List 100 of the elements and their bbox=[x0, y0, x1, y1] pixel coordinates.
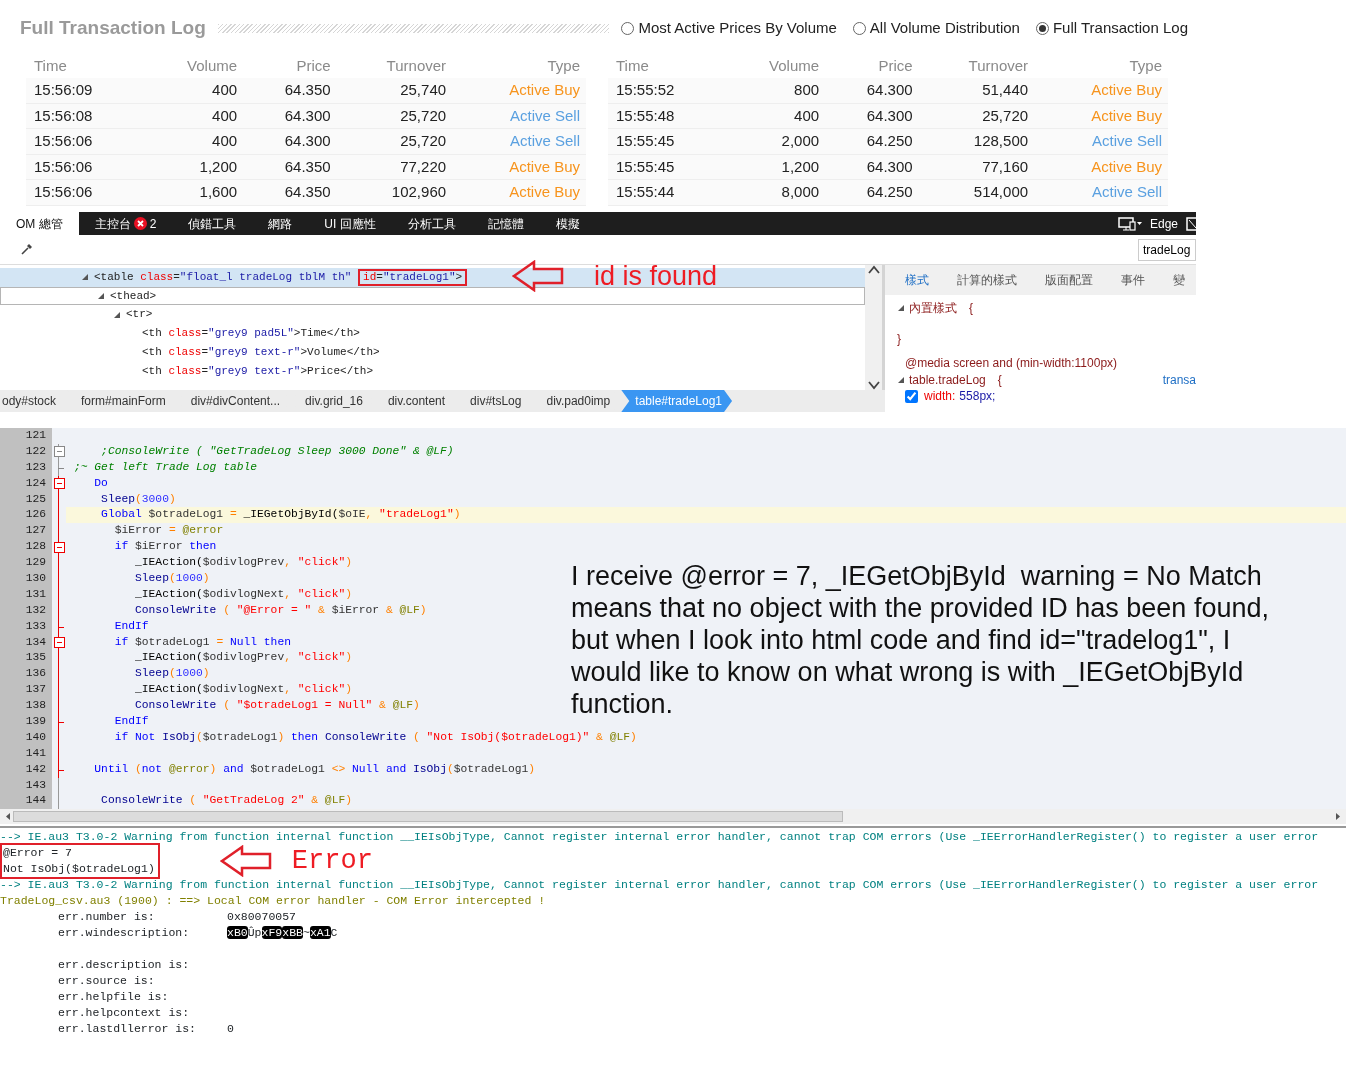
scroll-right-icon[interactable] bbox=[1334, 812, 1342, 822]
radio-button[interactable] bbox=[1035, 21, 1049, 35]
column-header: Volume bbox=[724, 52, 826, 78]
code-line: Do bbox=[93, 476, 108, 489]
html-text: <table class="float_l tradeLog tblM th" bbox=[94, 270, 353, 286]
table-cell: 64.300 bbox=[825, 103, 919, 129]
line-number: 127 bbox=[0, 523, 52, 540]
table-cell: 64.300 bbox=[825, 78, 919, 103]
scroll-down-icon[interactable] bbox=[867, 380, 880, 390]
radio-button[interactable] bbox=[621, 21, 635, 35]
code-line: $iError = @error bbox=[113, 524, 224, 537]
table-cell: Active Sell bbox=[1034, 128, 1168, 154]
brace: } bbox=[897, 330, 902, 347]
table-cell: 77,160 bbox=[918, 154, 1035, 180]
checkbox[interactable] bbox=[905, 389, 918, 403]
table-cell: Active Buy bbox=[1034, 103, 1168, 129]
code-line: if Not IsObj($otradeLog1) then ConsoleWrite ( "Not IsObj($otradeLog1)" & @LF) bbox=[113, 730, 637, 743]
table-cell: Active Sell bbox=[1034, 179, 1168, 205]
code-line: Sleep(1000) bbox=[134, 667, 210, 680]
fold-toggle-icon[interactable] bbox=[53, 541, 65, 553]
console-line: --> IE.au3 T3.0-2 Warning from function internal function __IEIsObjType, Cannot register internal error handler, cannot trap COM errors (Use _IEErrorHandlerRegister() to register a user error bbox=[0, 877, 1320, 894]
search-field[interactable]: tradeLog bbox=[1138, 238, 1196, 261]
collapse-icon[interactable] bbox=[113, 310, 121, 319]
table-cell: 15:55:48 bbox=[608, 103, 725, 129]
radio-label[interactable]: Full Transaction Log bbox=[1052, 17, 1188, 40]
line-number: 126 bbox=[0, 507, 52, 524]
tab[interactable]: 版面配置 bbox=[1045, 271, 1093, 289]
tab[interactable]: 模擬 bbox=[539, 212, 596, 235]
collapse-icon[interactable] bbox=[97, 292, 105, 301]
table-cell: 15:56:06 bbox=[26, 128, 143, 154]
radio-label[interactable]: Most Active Prices By Volume bbox=[638, 17, 837, 40]
brace: { bbox=[969, 300, 973, 317]
html-text: <th class="grey9 text-r">Volume</th> bbox=[142, 344, 380, 360]
code-line: _IEAction($odivlogNext, "click") bbox=[134, 683, 352, 696]
tab[interactable]: OM 總管 bbox=[0, 212, 79, 235]
radio-button[interactable] bbox=[852, 21, 866, 35]
line-number: 128 bbox=[0, 539, 52, 556]
collapse-icon[interactable] bbox=[81, 273, 89, 282]
highlighted-attribute: id="tradeLog1"> bbox=[358, 268, 468, 286]
dom-row[interactable]: <tr> bbox=[0, 305, 865, 325]
eyedropper-icon[interactable] bbox=[20, 243, 33, 256]
error-output: @Error = 7 Not IsObj($otradeLog1) bbox=[0, 843, 160, 880]
console-label: err.helpcontext is: bbox=[58, 1005, 191, 1022]
table-cell: 64.250 bbox=[825, 179, 919, 205]
table-cell: 15:55:44 bbox=[608, 179, 725, 205]
tab[interactable]: 分析工具 bbox=[391, 212, 472, 235]
scroll-up-icon[interactable] bbox=[867, 265, 880, 275]
tab[interactable]: 變 bbox=[1173, 271, 1185, 289]
table-cell: 64.250 bbox=[825, 128, 919, 154]
line-number: 139 bbox=[0, 714, 52, 730]
tab[interactable]: 網路 bbox=[252, 212, 309, 235]
tab[interactable]: 事件 bbox=[1121, 271, 1145, 289]
fold-toggle-icon[interactable] bbox=[53, 446, 65, 458]
dom-row[interactable]: <th class="grey9 text-r">Price</th> bbox=[0, 361, 865, 381]
devices-icon[interactable] bbox=[1117, 216, 1142, 231]
table-cell: 8,000 bbox=[724, 179, 826, 205]
tab[interactable]: 偵錯工具 bbox=[172, 212, 253, 235]
table-cell: 15:55:52 bbox=[608, 78, 725, 103]
code-line: if $otradeLog1 = Null then bbox=[113, 635, 291, 648]
code-line: EndIf bbox=[113, 715, 149, 728]
table-cell: 400 bbox=[142, 78, 244, 103]
tab[interactable]: UI 回應性 bbox=[308, 212, 392, 235]
callout-arrow bbox=[219, 845, 272, 878]
line-number: 144 bbox=[0, 793, 52, 810]
source-link[interactable]: transa bbox=[1162, 371, 1196, 388]
error-count: 2 bbox=[149, 215, 157, 233]
table-cell: 800 bbox=[724, 78, 826, 103]
table-cell: 64.350 bbox=[243, 179, 337, 205]
tab[interactable]: 樣式 bbox=[905, 271, 929, 289]
fold-toggle-icon[interactable] bbox=[53, 637, 65, 648]
tab[interactable]: 主控台 2 bbox=[78, 212, 173, 235]
code-line: if $iError then bbox=[113, 540, 217, 553]
console-label: err.windescription: bbox=[58, 925, 191, 942]
vertical-scrollbar[interactable] bbox=[865, 265, 882, 390]
code-line: Sleep(1000) bbox=[134, 572, 210, 584]
table-cell: 400 bbox=[142, 103, 244, 129]
collapse-icon[interactable] bbox=[897, 304, 905, 313]
tab[interactable]: 計算的樣式 bbox=[957, 271, 1017, 289]
dom-row[interactable]: <th class="grey9 pad5L">Time</th> bbox=[0, 324, 865, 343]
radio-label[interactable]: All Volume Distribution bbox=[869, 17, 1020, 40]
html-text: <thead> bbox=[110, 288, 157, 304]
code-line: Until (not @error) and $otradeLog1 <> Null and IsObj($otradeLog1) bbox=[93, 762, 536, 775]
table-cell: 15:55:45 bbox=[608, 128, 725, 154]
fold-toggle-icon[interactable] bbox=[53, 478, 65, 490]
horizontal-scrollbar[interactable] bbox=[0, 809, 1346, 825]
console-line: TradeLog_csv.au3 (1900) : ==> Local COM error handler - COM Error intercepted ! bbox=[0, 893, 547, 910]
dom-row[interactable]: <th class="grey9 text-r">Volume</th> bbox=[0, 342, 865, 362]
collapse-icon[interactable] bbox=[897, 375, 905, 384]
code-line: ;ConsoleWrite ( "GetTradeLog Sleep 3000 Done" & @LF) bbox=[100, 444, 454, 457]
dom-row[interactable]: <thead> bbox=[0, 286, 865, 306]
table-cell: 25,720 bbox=[336, 103, 453, 129]
css-value: 558px; bbox=[959, 388, 996, 405]
emulation-mode[interactable]: Edge bbox=[1149, 214, 1178, 233]
line-number: 121 bbox=[0, 428, 52, 444]
panel-icon[interactable] bbox=[1186, 216, 1196, 231]
console-label: err.lastdllerror is: bbox=[58, 1021, 198, 1038]
scrollbar-thumb[interactable] bbox=[13, 811, 843, 823]
code-line: ConsoleWrite ( "GetTradeLog 2" & @LF) bbox=[100, 794, 352, 807]
tab[interactable]: 記憶體 bbox=[471, 212, 540, 235]
html-text: <th class="grey9 pad5L">Time</th> bbox=[142, 326, 360, 342]
